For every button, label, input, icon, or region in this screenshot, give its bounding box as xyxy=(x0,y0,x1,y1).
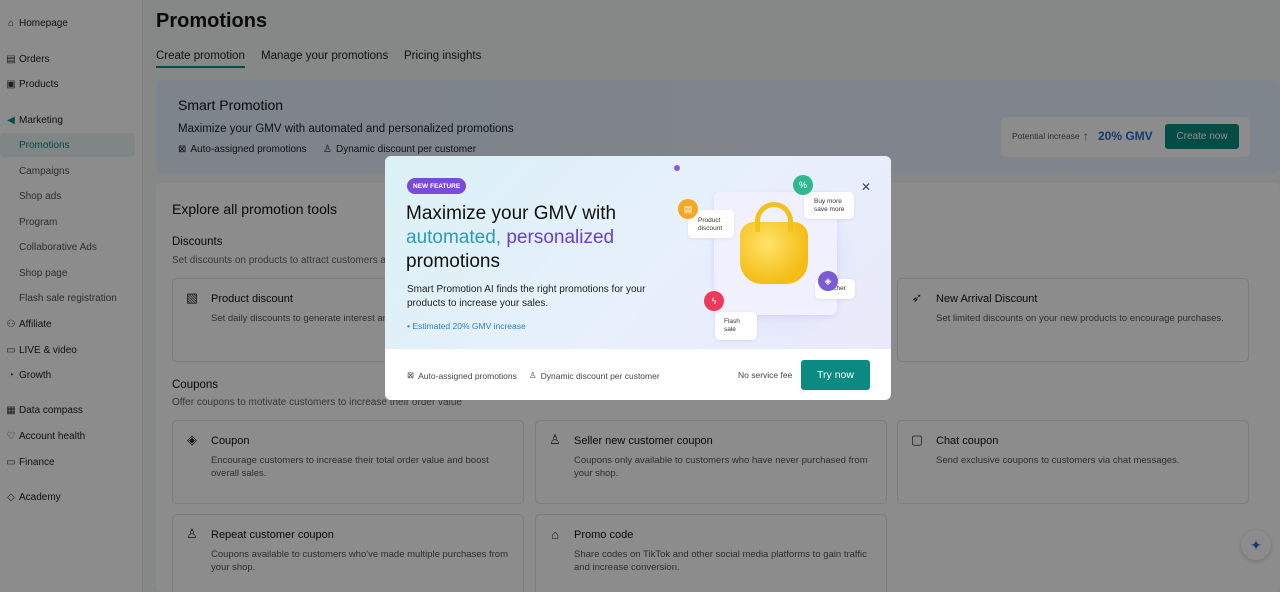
buy-more-icon: % xyxy=(793,175,813,195)
buy-more-bubble: Buy more save more xyxy=(804,192,854,219)
try-now-button[interactable]: Try now xyxy=(801,360,870,390)
decor-dot xyxy=(674,165,680,171)
product-discount-icon: ▤ xyxy=(678,199,698,219)
smart-promotion-modal: NEW FEATURE Maximize your GMV with autom… xyxy=(385,156,891,400)
modal-description: Smart Promotion AI finds the right promo… xyxy=(407,284,646,309)
dynamic-discount-icon: ♙ xyxy=(529,370,537,380)
promotion-illustration: Product discount ▤ Buy more save more % … xyxy=(665,165,885,346)
modal-feature-auto: ⊠ Auto-assigned promotions xyxy=(407,370,517,381)
modal-hero: NEW FEATURE Maximize your GMV with autom… xyxy=(385,156,891,349)
modal-feature-dynamic: ♙ Dynamic discount per customer xyxy=(529,370,660,381)
bag-handle xyxy=(755,202,793,232)
modal-headline-line2: automated, personalized xyxy=(406,227,615,248)
modal-headline-line1: Maximize your GMV with xyxy=(406,203,617,224)
auto-assign-icon: ⊠ xyxy=(407,370,415,380)
new-feature-badge: NEW FEATURE xyxy=(407,178,467,194)
voucher-icon: ◈ xyxy=(818,271,838,291)
close-icon[interactable]: ✕ xyxy=(861,180,871,194)
flash-sale-icon: ϟ xyxy=(704,291,724,311)
no-service-fee-label: No service fee xyxy=(738,370,793,380)
flash-sale-bubble: Flash sale xyxy=(715,312,757,340)
modal-headline-line3: promotions xyxy=(406,251,500,272)
modal-estimate: • Estimated 20% GMV increase xyxy=(407,321,526,331)
